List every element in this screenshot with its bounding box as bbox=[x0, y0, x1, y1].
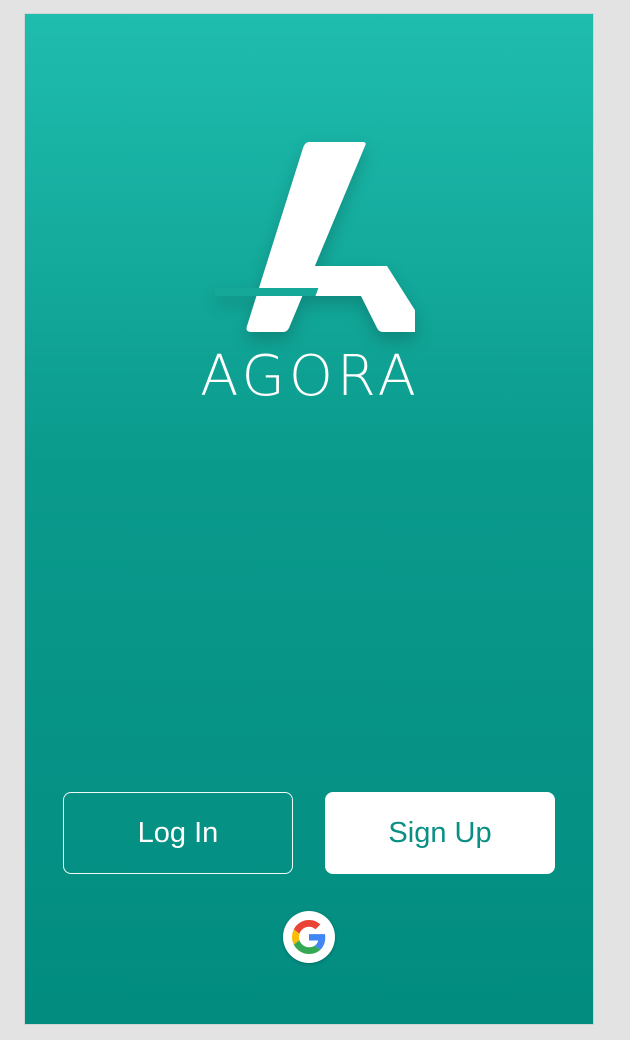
brand-wordmark: AGORA bbox=[200, 344, 420, 409]
login-button-label: Log In bbox=[137, 816, 219, 849]
login-button[interactable]: Log In bbox=[63, 792, 293, 874]
google-g-icon bbox=[292, 920, 326, 954]
agora-logo-icon bbox=[215, 142, 415, 332]
app-screen: AGORA Log In Sign Up bbox=[24, 13, 594, 1025]
signup-button-label: Sign Up bbox=[388, 816, 492, 849]
google-signin-button[interactable] bbox=[283, 911, 335, 963]
signup-button[interactable]: Sign Up bbox=[325, 792, 555, 874]
